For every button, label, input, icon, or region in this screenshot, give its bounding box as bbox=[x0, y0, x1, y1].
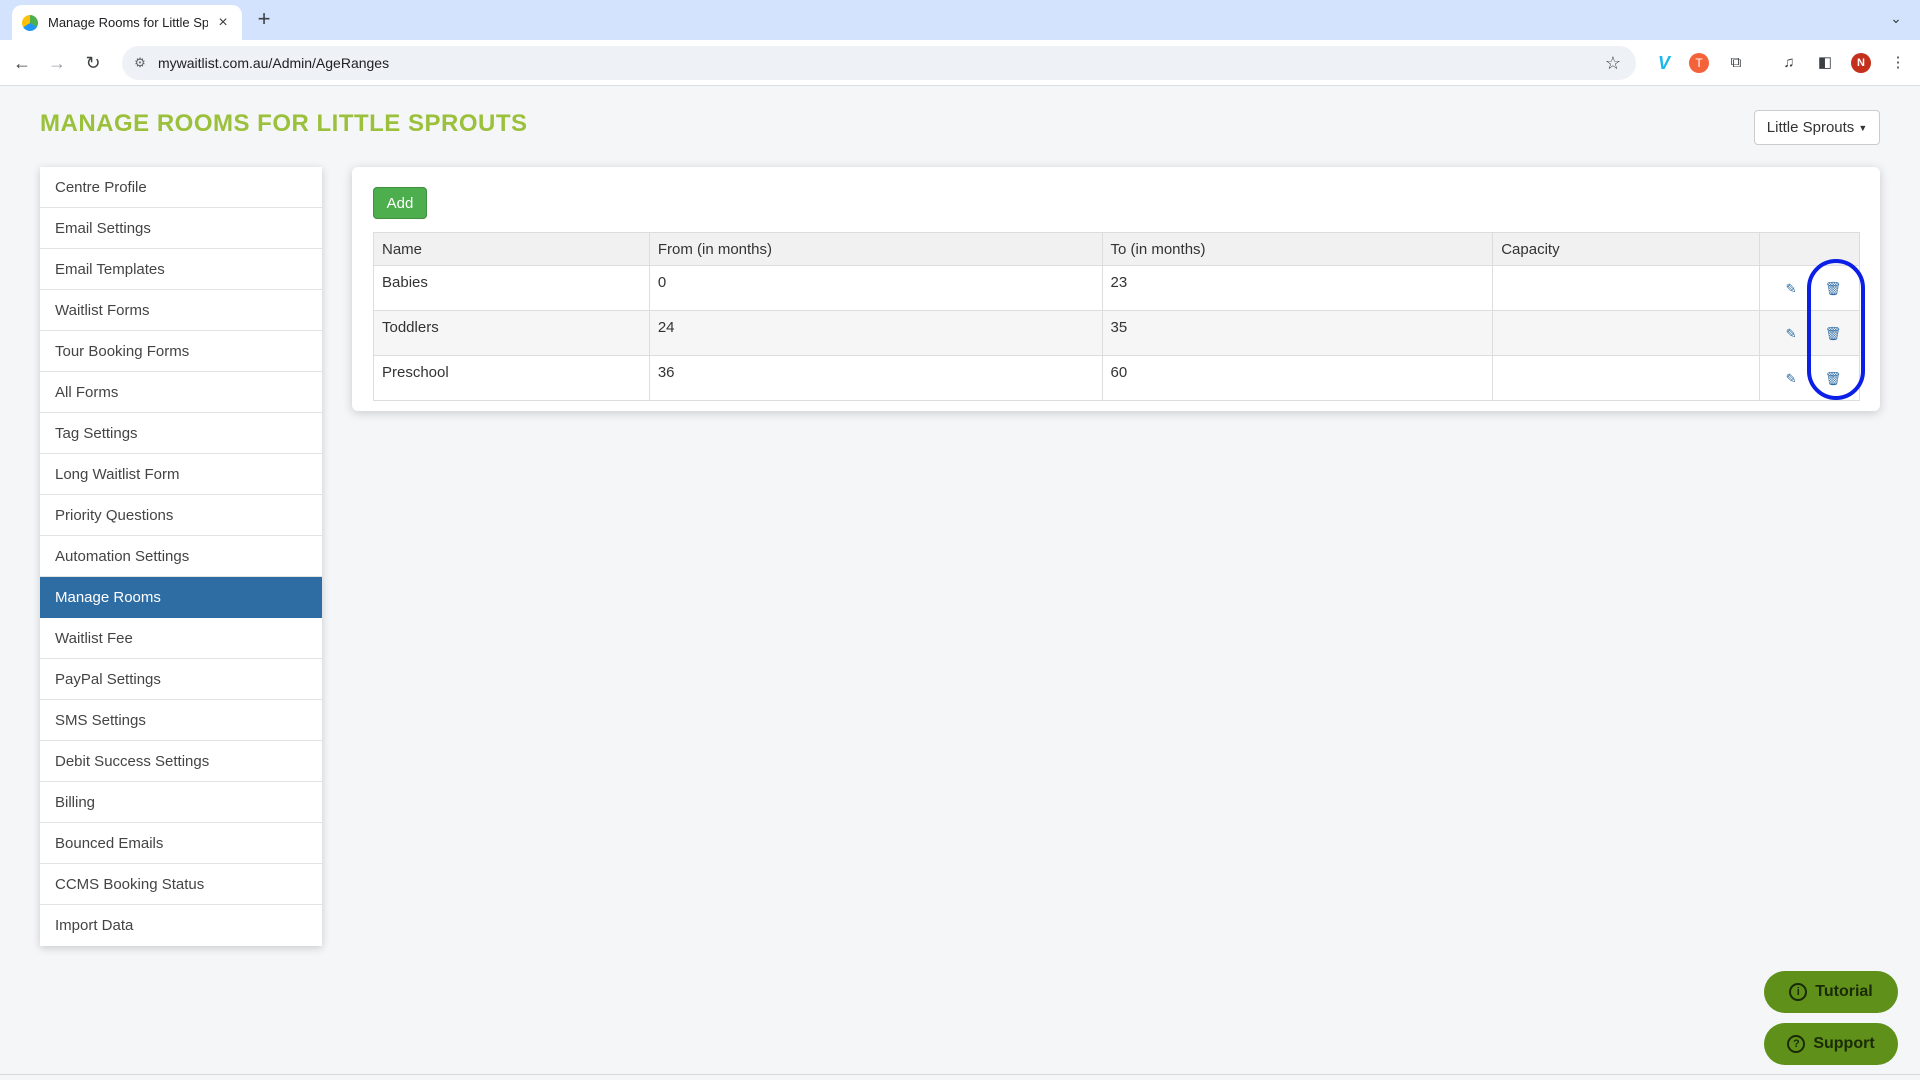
question-icon: ? bbox=[1787, 1035, 1806, 1053]
sidebar-item-manage-rooms[interactable]: Manage Rooms bbox=[40, 577, 322, 618]
sidebar-item-ccms-booking-status[interactable]: CCMS Booking Status bbox=[40, 864, 322, 905]
side-panel-icon[interactable]: ◧ bbox=[1814, 52, 1836, 74]
tab-search-icon[interactable]: ⌄ bbox=[1886, 10, 1906, 30]
room-name: Babies bbox=[373, 265, 650, 311]
room-actions: ✎ 🗑 bbox=[1759, 355, 1860, 401]
room-capacity bbox=[1492, 355, 1761, 401]
extension-t-icon[interactable]: T bbox=[1689, 53, 1709, 73]
bookmark-star-icon[interactable]: ☆ bbox=[1598, 53, 1628, 74]
room-from: 0 bbox=[648, 265, 1103, 311]
delete-trash-icon[interactable]: 🗑 bbox=[1824, 325, 1842, 343]
tab-close-icon[interactable]: × bbox=[214, 14, 232, 32]
room-to: 60 bbox=[1101, 355, 1494, 401]
site-info-icon[interactable]: ⚙ bbox=[130, 55, 150, 71]
table-row: Preschool 36 60 ✎ 🗑 bbox=[373, 355, 1860, 401]
caret-down-icon: ▼ bbox=[1858, 122, 1868, 133]
room-actions: ✎ 🗑 bbox=[1759, 310, 1860, 356]
room-capacity bbox=[1492, 310, 1761, 356]
support-button[interactable]: ? Support bbox=[1764, 1023, 1898, 1065]
sidebar-item-waitlist-forms[interactable]: Waitlist Forms bbox=[40, 290, 322, 331]
site-favicon-icon bbox=[22, 14, 38, 31]
extensions-puzzle-icon[interactable]: ⧉ bbox=[1725, 52, 1747, 74]
vimeo-extension-icon[interactable]: V bbox=[1653, 52, 1675, 74]
sidebar-item-import-data[interactable]: Import Data bbox=[40, 905, 322, 946]
browser-tab[interactable]: Manage Rooms for Little Sprouts × bbox=[12, 5, 242, 40]
media-controls-icon[interactable]: ♫ bbox=[1778, 52, 1800, 74]
rooms-panel: Add Name From (in months) To (in months)… bbox=[352, 167, 1880, 411]
sidebar-item-priority-questions[interactable]: Priority Questions bbox=[40, 495, 322, 536]
sidebar-item-long-waitlist-form[interactable]: Long Waitlist Form bbox=[40, 454, 322, 495]
room-name: Preschool bbox=[373, 355, 650, 401]
table-header-row: Name From (in months) To (in months) Cap… bbox=[373, 232, 1860, 266]
room-from: 24 bbox=[648, 310, 1103, 356]
sidebar-item-tour-booking-forms[interactable]: Tour Booking Forms bbox=[40, 331, 322, 372]
sidebar-item-email-settings[interactable]: Email Settings bbox=[40, 208, 322, 249]
room-name: Toddlers bbox=[373, 310, 650, 356]
sidebar-item-tag-settings[interactable]: Tag Settings bbox=[40, 413, 322, 454]
room-actions: ✎ 🗑 bbox=[1759, 265, 1860, 311]
sidebar-item-billing[interactable]: Billing bbox=[40, 782, 322, 823]
rooms-table: Name From (in months) To (in months) Cap… bbox=[373, 232, 1860, 401]
page-title: MANAGE ROOMS FOR LITTLE SPROUTS bbox=[40, 110, 528, 137]
forward-icon[interactable]: → bbox=[43, 49, 71, 77]
column-header-from: From (in months) bbox=[648, 232, 1103, 266]
room-from: 36 bbox=[648, 355, 1103, 401]
delete-trash-icon[interactable]: 🗑 bbox=[1824, 280, 1842, 298]
sidebar-item-sms-settings[interactable]: SMS Settings bbox=[40, 700, 322, 741]
back-icon[interactable]: ← bbox=[8, 49, 36, 77]
browser-toolbar: ← → ↻ ⚙ mywaitlist.com.au/Admin/AgeRange… bbox=[0, 40, 1920, 86]
edit-pencil-icon[interactable]: ✎ bbox=[1782, 280, 1800, 298]
sidebar-item-centre-profile[interactable]: Centre Profile bbox=[40, 167, 322, 208]
column-header-to: To (in months) bbox=[1101, 232, 1494, 266]
edit-pencil-icon[interactable]: ✎ bbox=[1782, 325, 1800, 343]
centre-selector-dropdown[interactable]: Little Sprouts ▼ bbox=[1754, 110, 1880, 145]
sidebar-item-debit-success-settings[interactable]: Debit Success Settings bbox=[40, 741, 322, 782]
profile-avatar[interactable]: N bbox=[1851, 53, 1871, 73]
room-to: 23 bbox=[1101, 265, 1494, 311]
support-label: Support bbox=[1813, 1035, 1875, 1052]
sidebar-item-waitlist-fee[interactable]: Waitlist Fee bbox=[40, 618, 322, 659]
info-icon: i bbox=[1789, 983, 1808, 1001]
room-capacity bbox=[1492, 265, 1761, 311]
sidebar-item-email-templates[interactable]: Email Templates bbox=[40, 249, 322, 290]
column-header-name: Name bbox=[373, 232, 650, 266]
tab-title: Manage Rooms for Little Sprouts bbox=[48, 15, 208, 30]
room-to: 35 bbox=[1101, 310, 1494, 356]
sidebar-item-automation-settings[interactable]: Automation Settings bbox=[40, 536, 322, 577]
new-tab-icon[interactable]: + bbox=[252, 8, 276, 32]
add-room-button[interactable]: Add bbox=[373, 187, 427, 219]
sidebar-item-bounced-emails[interactable]: Bounced Emails bbox=[40, 823, 322, 864]
url-text[interactable]: mywaitlist.com.au/Admin/AgeRanges bbox=[158, 55, 1598, 71]
browser-menu-icon[interactable]: ⋮ bbox=[1887, 52, 1909, 74]
tutorial-label: Tutorial bbox=[1815, 983, 1873, 1000]
reload-icon[interactable]: ↻ bbox=[79, 49, 107, 77]
sidebar-item-paypal-settings[interactable]: PayPal Settings bbox=[40, 659, 322, 700]
table-row: Toddlers 24 35 ✎ 🗑 bbox=[373, 310, 1860, 356]
column-header-capacity: Capacity bbox=[1492, 232, 1761, 266]
tutorial-button[interactable]: i Tutorial bbox=[1764, 971, 1898, 1013]
address-bar[interactable]: ⚙ mywaitlist.com.au/Admin/AgeRanges ☆ bbox=[122, 46, 1636, 80]
column-header-actions bbox=[1759, 232, 1860, 266]
sidebar-item-all-forms[interactable]: All Forms bbox=[40, 372, 322, 413]
settings-sidebar: Centre Profile Email Settings Email Temp… bbox=[40, 167, 322, 946]
delete-trash-icon[interactable]: 🗑 bbox=[1824, 370, 1842, 388]
centre-selector-label: Little Sprouts bbox=[1766, 119, 1855, 136]
browser-tabstrip: Manage Rooms for Little Sprouts × + ⌄ bbox=[0, 0, 1920, 40]
table-row: Babies 0 23 ✎ 🗑 bbox=[373, 265, 1860, 311]
edit-pencil-icon[interactable]: ✎ bbox=[1782, 370, 1800, 388]
page-bottom-divider bbox=[0, 1074, 1920, 1075]
